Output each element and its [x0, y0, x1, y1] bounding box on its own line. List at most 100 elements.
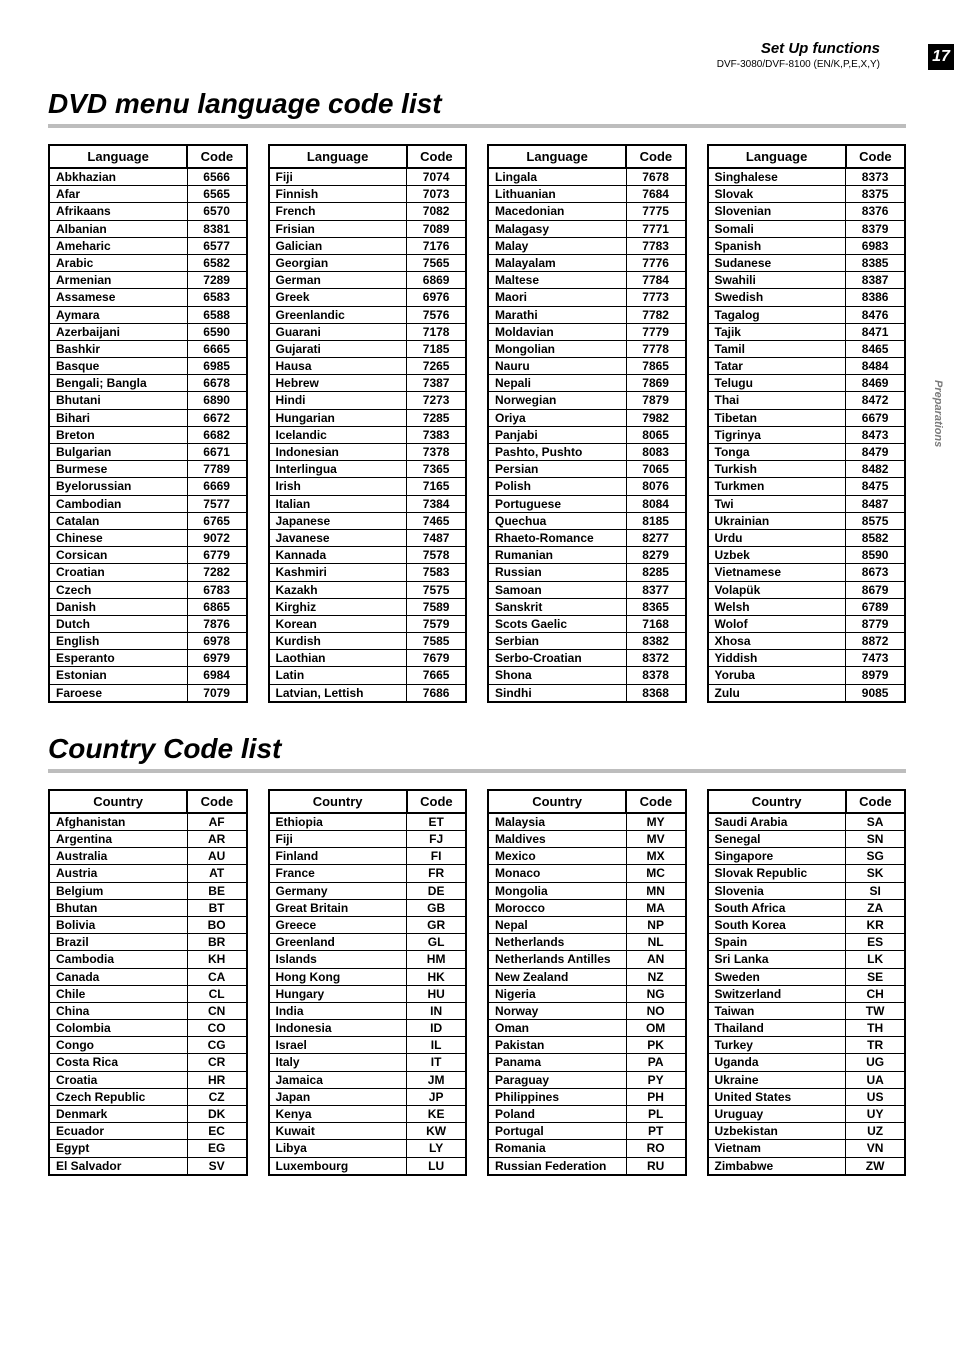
language-code: 7378	[407, 444, 466, 461]
language-row: Turkish8482	[708, 461, 906, 478]
language-name: Irish	[269, 478, 407, 495]
country-code: FI	[407, 848, 466, 865]
country-code: NP	[626, 916, 685, 933]
country-name: Luxembourg	[269, 1157, 407, 1175]
language-row: Yiddish7473	[708, 650, 906, 667]
country-code: CZ	[187, 1088, 246, 1105]
language-row: Quechua8185	[488, 512, 686, 529]
language-name: Polish	[488, 478, 626, 495]
language-row: French7082	[269, 203, 467, 220]
language-row: Welsh6789	[708, 598, 906, 615]
country-code: EG	[187, 1140, 246, 1157]
language-code: 6665	[187, 340, 246, 357]
language-row: Singhalese8373	[708, 168, 906, 186]
language-code: 8673	[846, 564, 905, 581]
country-code: TR	[846, 1037, 905, 1054]
country-code: RO	[626, 1140, 685, 1157]
language-name: Macedonian	[488, 203, 626, 220]
country-row: ChinaCN	[49, 1002, 247, 1019]
country-name: South Korea	[708, 916, 846, 933]
language-code: 6890	[187, 392, 246, 409]
language-code: 8076	[626, 478, 685, 495]
language-name: Greek	[269, 289, 407, 306]
country-code: NL	[626, 934, 685, 951]
country-name: El Salvador	[49, 1157, 187, 1175]
language-code: 7383	[407, 426, 466, 443]
language-name: Javanese	[269, 529, 407, 546]
country-name: Germany	[269, 882, 407, 899]
country-row: AustraliaAU	[49, 848, 247, 865]
country-tables-row: CountryCodeAfghanistanAFArgentinaARAustr…	[48, 789, 906, 1176]
language-code: 7585	[407, 633, 466, 650]
language-code: 7579	[407, 615, 466, 632]
language-row: Tatar8484	[708, 358, 906, 375]
language-row: Pashto, Pushto8083	[488, 444, 686, 461]
country-name: Colombia	[49, 1020, 187, 1037]
country-code: PT	[626, 1123, 685, 1140]
language-name: Ukrainian	[708, 512, 846, 529]
language-code: 8377	[626, 581, 685, 598]
country-code: HM	[407, 951, 466, 968]
column-header-name: Language	[49, 145, 187, 168]
language-name: Cambodian	[49, 495, 187, 512]
language-row: Galician7176	[269, 237, 467, 254]
country-name: Canada	[49, 968, 187, 985]
country-name: Cambodia	[49, 951, 187, 968]
language-name: Azerbaijani	[49, 323, 187, 340]
language-name: Italian	[269, 495, 407, 512]
language-row: Esperanto6979	[49, 650, 247, 667]
language-name: Slovenian	[708, 203, 846, 220]
language-row: Bashkir6665	[49, 340, 247, 357]
language-name: Somali	[708, 220, 846, 237]
country-row: JamaicaJM	[269, 1071, 467, 1088]
language-code: 7686	[407, 684, 466, 702]
language-code: 7782	[626, 306, 685, 323]
language-name: Lingala	[488, 168, 626, 186]
language-name: Volapük	[708, 581, 846, 598]
column-header-name: Language	[269, 145, 407, 168]
country-name: Sweden	[708, 968, 846, 985]
language-name: Zulu	[708, 684, 846, 702]
country-code: FJ	[407, 831, 466, 848]
language-name: Marathi	[488, 306, 626, 323]
language-row: Portuguese8084	[488, 495, 686, 512]
column-header-name: Country	[708, 790, 846, 813]
language-name: Hausa	[269, 358, 407, 375]
language-name: Twi	[708, 495, 846, 512]
language-name: Swahili	[708, 272, 846, 289]
language-name: Malay	[488, 237, 626, 254]
language-code: 7487	[407, 529, 466, 546]
column-header-name: Country	[269, 790, 407, 813]
language-code: 7679	[407, 650, 466, 667]
country-row: TaiwanTW	[708, 1002, 906, 1019]
language-code: 7178	[407, 323, 466, 340]
language-name: Maltese	[488, 272, 626, 289]
language-name: Sudanese	[708, 254, 846, 271]
country-name: Belgium	[49, 882, 187, 899]
country-code: DE	[407, 882, 466, 899]
country-code: NG	[626, 985, 685, 1002]
country-row: OmanOM	[488, 1020, 686, 1037]
language-code: 6679	[846, 409, 905, 426]
country-code: LY	[407, 1140, 466, 1157]
language-code: 6976	[407, 289, 466, 306]
model-line: DVF-3080/DVF-8100 (EN/K,P,E,X,Y)	[48, 59, 906, 70]
language-name: Tonga	[708, 444, 846, 461]
country-name: Israel	[269, 1037, 407, 1054]
language-name: Basque	[49, 358, 187, 375]
country-code: SN	[846, 831, 905, 848]
country-code: KE	[407, 1106, 466, 1123]
language-code: 6582	[187, 254, 246, 271]
country-code: TH	[846, 1020, 905, 1037]
language-name: Samoan	[488, 581, 626, 598]
country-name: Nigeria	[488, 985, 626, 1002]
country-row: El SalvadorSV	[49, 1157, 247, 1175]
language-name: Latin	[269, 667, 407, 684]
language-name: Mongolian	[488, 340, 626, 357]
country-row: CambodiaKH	[49, 951, 247, 968]
language-row: Catalan6765	[49, 512, 247, 529]
country-name: Hungary	[269, 985, 407, 1002]
language-code: 8471	[846, 323, 905, 340]
language-name: English	[49, 633, 187, 650]
country-name: Austria	[49, 865, 187, 882]
